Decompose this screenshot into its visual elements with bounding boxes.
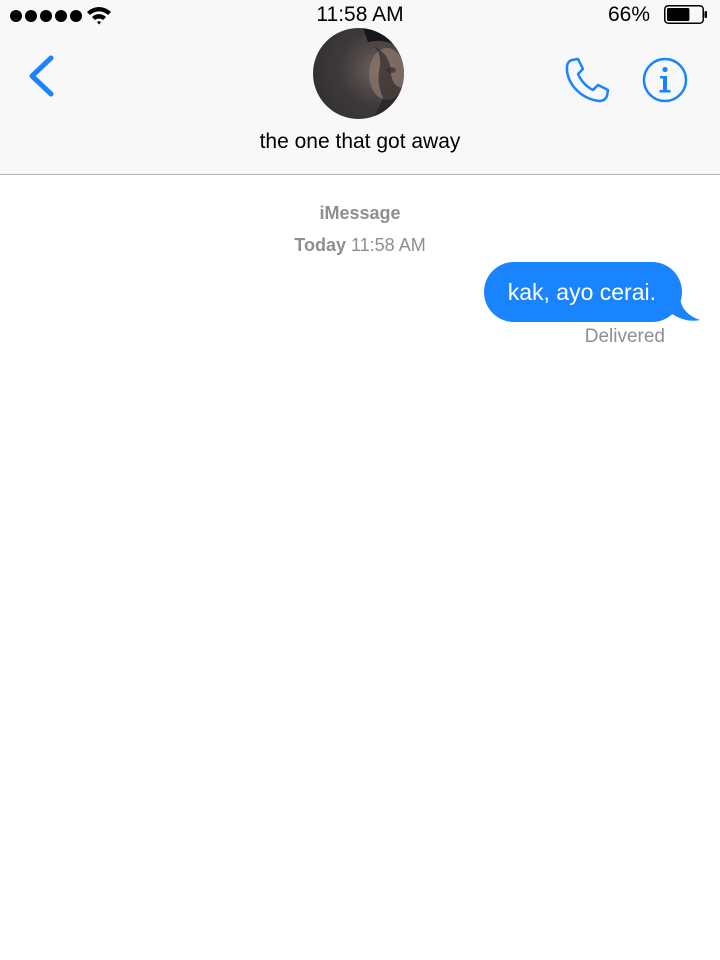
chevron-left-icon bbox=[29, 55, 54, 97]
contact-name[interactable]: the one that got away bbox=[0, 130, 720, 154]
phone-icon bbox=[565, 57, 610, 103]
timestamp-day: Today bbox=[294, 235, 346, 255]
status-bar: 11:58 AM 66% bbox=[0, 0, 720, 30]
call-button[interactable] bbox=[563, 56, 611, 104]
timestamp-time: 11:58 AM bbox=[350, 235, 426, 255]
battery-icon bbox=[664, 5, 707, 24]
delivery-status: Delivered bbox=[584, 326, 665, 347]
battery-percentage: 66% bbox=[607, 3, 650, 26]
message-bubble[interactable]: kak, ayo cerai. bbox=[483, 262, 682, 322]
avatar-photo bbox=[363, 28, 404, 119]
contact-avatar[interactable] bbox=[313, 28, 404, 119]
messages-screen: 11:58 AM 66% the one that got away iMess… bbox=[0, 0, 720, 960]
info-button[interactable] bbox=[642, 57, 688, 103]
conversation-header: 11:58 AM 66% the one that got away bbox=[0, 0, 720, 175]
service-label: iMessage bbox=[319, 203, 401, 223]
outgoing-message[interactable]: kak, ayo cerai. bbox=[483, 262, 700, 322]
info-icon bbox=[642, 57, 688, 103]
back-button[interactable] bbox=[26, 54, 58, 98]
message-timestamp: Today 11:58 AM bbox=[0, 235, 720, 256]
